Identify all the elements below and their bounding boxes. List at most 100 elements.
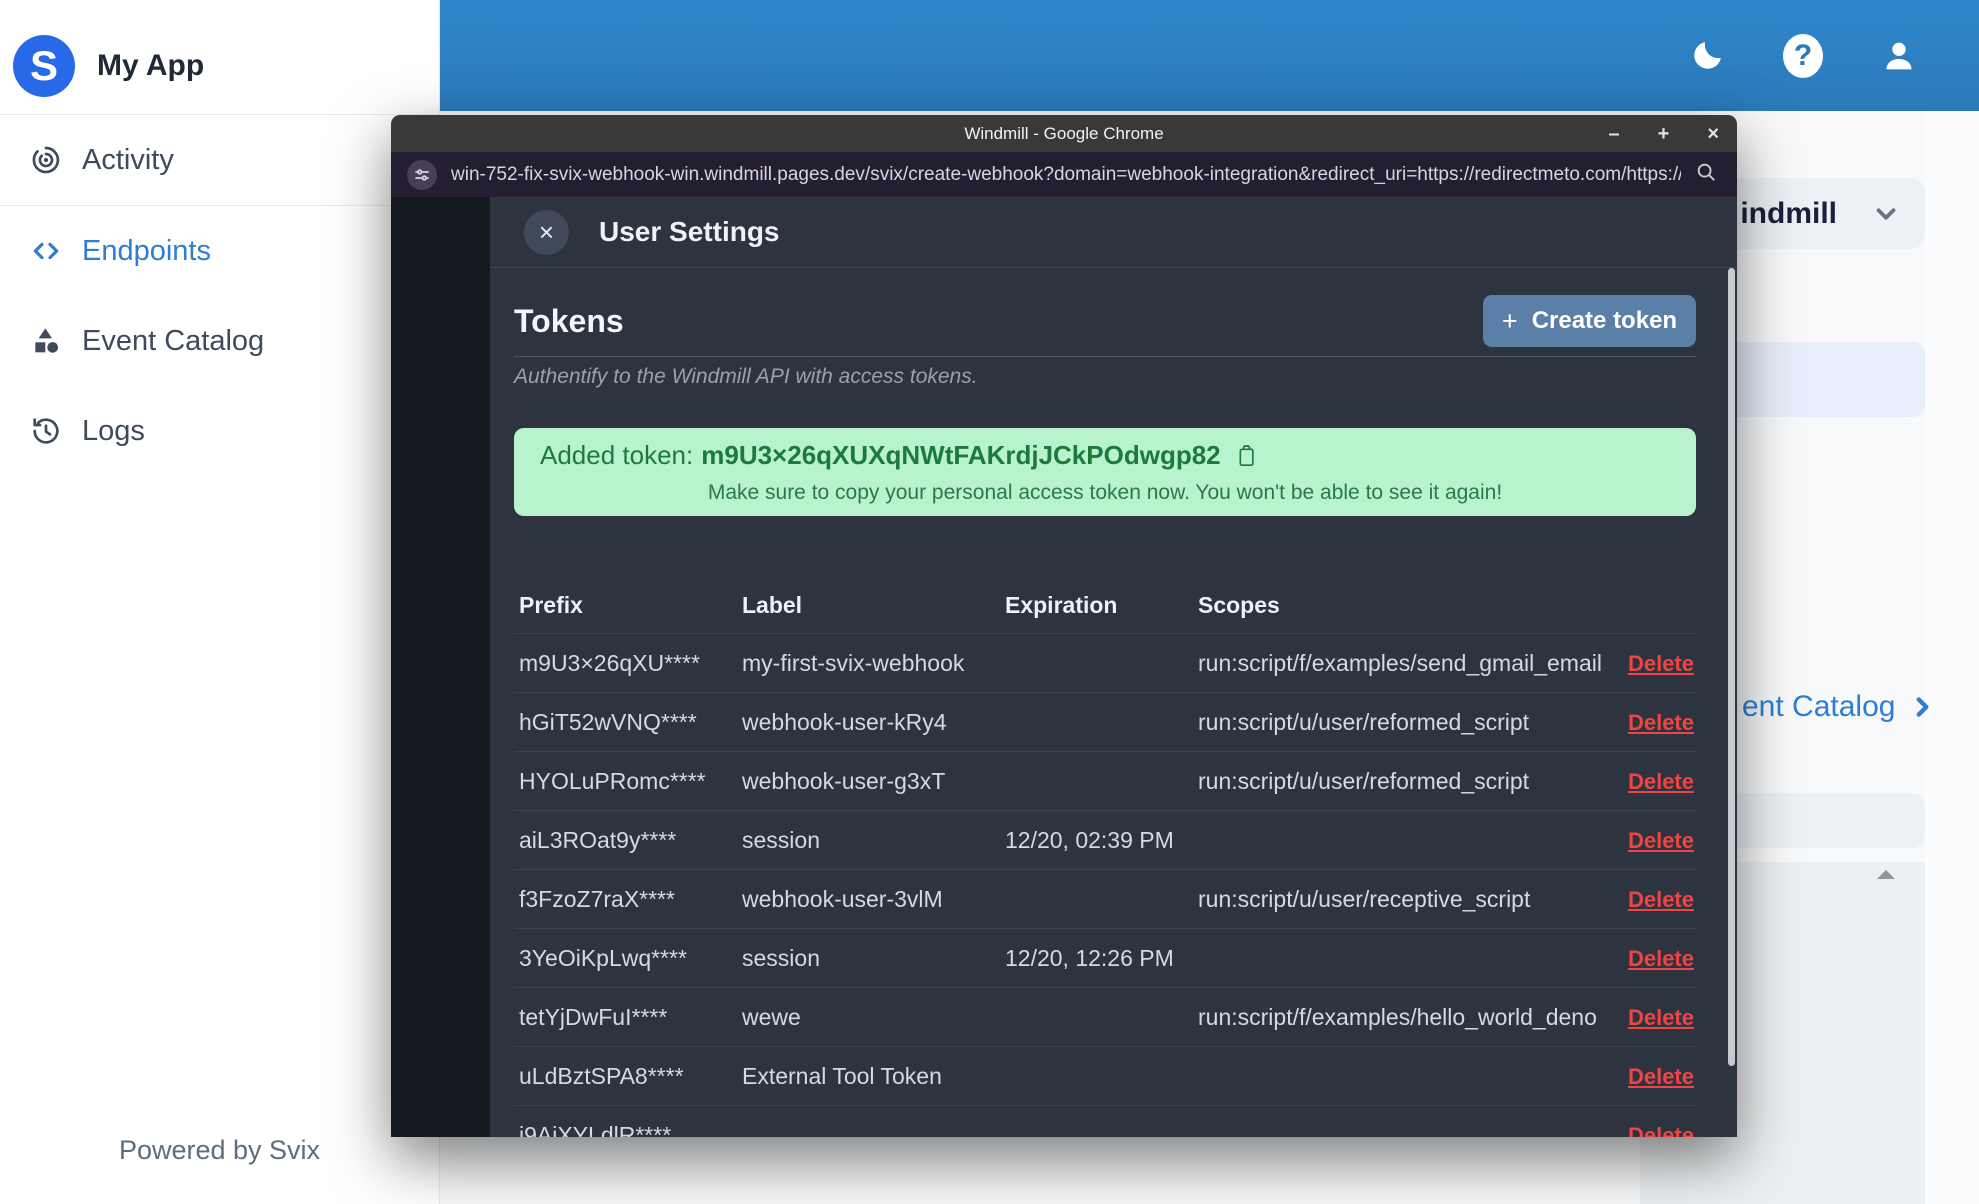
table-row: aiL3ROat9y**** session 12/20, 02:39 PM D… (514, 811, 1696, 870)
table-row: 3YeOiKpLwq**** session 12/20, 12:26 PM D… (514, 929, 1696, 988)
modal-body: Tokens + Create token Authentify to the … (490, 268, 1737, 1137)
token-label: session (742, 944, 820, 971)
page-right-margin (1925, 111, 1979, 1204)
header-label: Label (742, 592, 803, 618)
header-prefix: Prefix (519, 592, 583, 618)
delete-token-button[interactable]: Delete (1628, 1005, 1694, 1030)
close-window-button[interactable]: × (1707, 124, 1719, 144)
window-title: Windmill - Google Chrome (964, 123, 1164, 143)
divider (514, 356, 1696, 357)
table-row: f3FzoZ7raX**** webhook-user-3vlM run:scr… (514, 870, 1696, 929)
token-label: External Tool Token (742, 1062, 942, 1089)
sidebar-item-logs[interactable]: Logs (0, 386, 439, 476)
top-header: ? (440, 0, 1979, 111)
sidebar-item-label: Activity (82, 143, 174, 176)
workspace-dropdown-label: indmill (1740, 196, 1837, 230)
tokens-heading: Tokens (514, 303, 624, 339)
delete-token-button[interactable]: Delete (1628, 769, 1694, 794)
token-prefix: 3YeOiKpLwq**** (519, 944, 687, 971)
create-token-button[interactable]: + Create token (1483, 295, 1696, 347)
token-prefix: i9AiXYLdlR**** (519, 1121, 672, 1138)
token-scopes: run:script/u/user/reformed_script (1198, 708, 1530, 735)
sidebar-item-event-catalog[interactable]: Event Catalog (0, 296, 439, 386)
shapes-icon (35, 328, 58, 353)
minimize-button[interactable]: – (1609, 124, 1620, 144)
table-row: tetYjDwFuI**** wewe run:script/f/example… (514, 988, 1696, 1047)
profile-icon[interactable] (1877, 34, 1921, 78)
maximize-button[interactable]: + (1658, 124, 1670, 144)
token-expiration: 12/20, 12:26 PM (1005, 944, 1174, 971)
token-prefix: uLdBztSPA8**** (519, 1062, 684, 1089)
token-scopes: run:script/f/examples/hello_world_deno (1198, 1003, 1597, 1030)
app-logo-row: S My App (0, 0, 439, 114)
token-scopes: run:script/u/user/reformed_script (1198, 767, 1530, 794)
token-label: webhook-user-g3xT (742, 767, 946, 794)
token-prefix: HYOLuPRomc**** (519, 767, 706, 794)
token-label: wewe (742, 1003, 801, 1030)
token-prefix: tetYjDwFuI**** (519, 1003, 668, 1030)
site-settings-icon[interactable] (407, 159, 437, 190)
token-prefix: m9U3×26qXU**** (519, 649, 700, 676)
browser-page: × User Settings Tokens + Create token Au… (391, 197, 1737, 1137)
added-token-value: m9U3×26qXUXqNWtFAKrdjJCkPOdwgp82 (701, 440, 1221, 470)
tokens-table: Prefix Label Expiration Scopes m9U3×26qX… (514, 584, 1696, 1137)
code-brackets-icon (33, 242, 59, 260)
activity-icon (32, 146, 60, 174)
screen: ? indmill ent Catalog S My App Activity (0, 0, 1979, 1204)
table-row: m9U3×26qXU**** my-first-svix-webhook run… (514, 634, 1696, 693)
delete-token-button[interactable]: Delete (1628, 1064, 1694, 1089)
table-row: HYOLuPRomc**** webhook-user-g3xT run:scr… (514, 752, 1696, 811)
token-prefix: f3FzoZ7raX**** (519, 885, 675, 912)
tokens-description: Authentify to the Windmill API with acce… (514, 365, 978, 388)
event-catalog-link-label: ent Catalog (1742, 690, 1896, 723)
header-expiration: Expiration (1005, 592, 1118, 618)
delete-token-button[interactable]: Delete (1628, 1123, 1694, 1138)
copy-icon[interactable] (1237, 444, 1257, 468)
token-scopes: run:script/f/examples/send_gmail_email (1198, 649, 1602, 676)
dark-mode-moon-icon[interactable] (1685, 34, 1729, 78)
help-icon[interactable]: ? (1781, 33, 1825, 78)
table-row-clipped: i9AiXYLdlR**** Delete (514, 1106, 1696, 1138)
token-scopes: run:script/u/user/receptive_script (1198, 885, 1531, 912)
sidebar-item-label: Endpoints (82, 234, 211, 267)
sidebar-item-endpoints[interactable]: Endpoints (0, 206, 439, 296)
header-scopes: Scopes (1198, 592, 1280, 618)
sidebar: S My App Activity Endpoints Event Catalo… (0, 0, 440, 1204)
zoom-magnifier-icon[interactable] (1695, 161, 1717, 188)
token-copy-warning: Make sure to copy your personal access t… (707, 481, 1503, 504)
url-bar[interactable]: win-752-fix-svix-webhook-win.windmill.pa… (391, 152, 1737, 197)
token-prefix: hGiT52wVNQ**** (519, 708, 697, 735)
modal-title: User Settings (599, 216, 780, 247)
token-label: webhook-user-kRy4 (742, 708, 947, 735)
table-header-row: Prefix Label Expiration Scopes (514, 584, 1696, 634)
history-clock-icon (33, 418, 59, 444)
delete-token-button[interactable]: Delete (1628, 828, 1694, 853)
chrome-window: Windmill - Google Chrome – + × win-752-f… (391, 115, 1737, 1137)
delete-token-button[interactable]: Delete (1628, 710, 1694, 735)
modal-header: × User Settings (490, 197, 1737, 268)
close-modal-button[interactable]: × (524, 209, 569, 255)
page-backdrop (391, 197, 490, 1137)
table-row: hGiT52wVNQ**** webhook-user-kRy4 run:scr… (514, 693, 1696, 752)
delete-token-button[interactable]: Delete (1628, 946, 1694, 971)
token-expiration: 12/20, 02:39 PM (1005, 826, 1174, 853)
delete-token-button[interactable]: Delete (1628, 887, 1694, 912)
table-row: uLdBztSPA8**** External Tool Token Delet… (514, 1047, 1696, 1106)
chevron-right-icon (1917, 697, 1929, 717)
window-controls: – + × (1609, 124, 1720, 144)
window-titlebar[interactable]: Windmill - Google Chrome – + × (391, 115, 1737, 152)
token-label: my-first-svix-webhook (742, 649, 965, 676)
page-scrollbar-thumb[interactable] (1728, 268, 1735, 1066)
plus-icon: + (1501, 305, 1518, 336)
token-label: webhook-user-3vlM (742, 885, 943, 912)
added-token-banner: Added token: m9U3×26qXUXqNWtFAKrdjJCkPOd… (514, 428, 1696, 516)
sidebar-item-activity[interactable]: Activity (0, 115, 439, 205)
sidebar-item-label: Event Catalog (82, 324, 265, 357)
svix-logo: S (13, 35, 75, 97)
token-prefix: aiL3ROat9y**** (519, 826, 677, 853)
url-text[interactable]: win-752-fix-svix-webhook-win.windmill.pa… (451, 164, 1681, 186)
token-label: session (742, 826, 820, 853)
delete-token-button[interactable]: Delete (1628, 651, 1694, 676)
scroll-up-arrow-icon[interactable] (1877, 870, 1895, 879)
event-catalog-link[interactable]: ent Catalog (1742, 690, 1935, 724)
